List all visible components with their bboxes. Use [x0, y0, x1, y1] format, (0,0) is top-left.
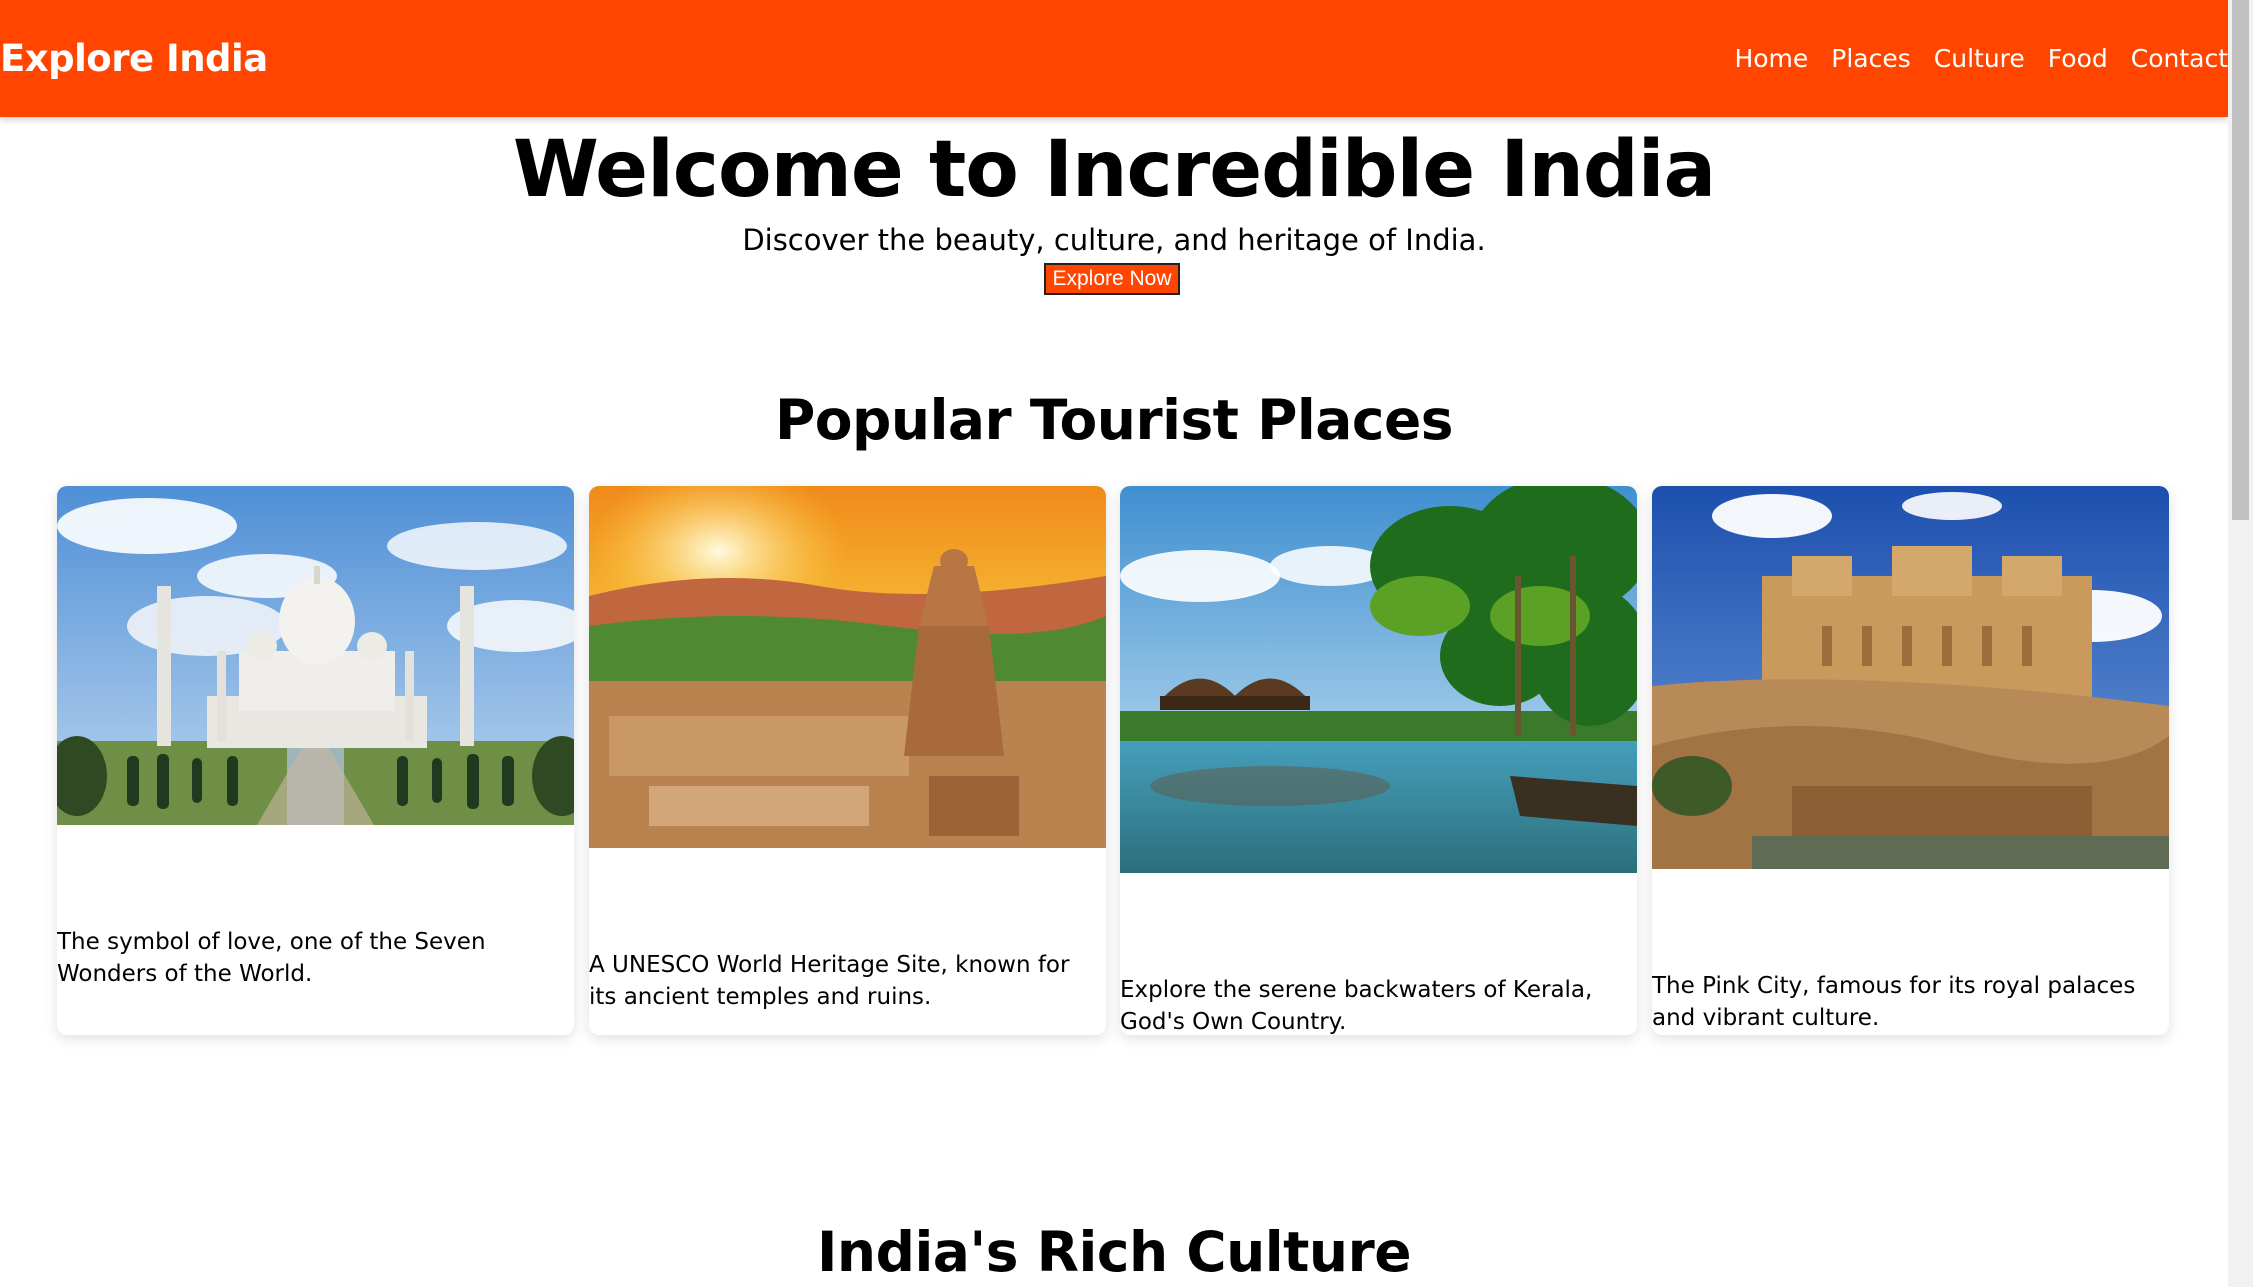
card-description: A UNESCO World Heritage Site, known for … — [589, 952, 1070, 1010]
place-card-hampi[interactable]: A UNESCO World Heritage Site, known for … — [589, 486, 1106, 1035]
hero-title: Welcome to Incredible India — [512, 125, 1716, 215]
places-section-title: Popular Tourist Places — [774, 388, 1454, 452]
culture-section-title: India's Rich Culture — [816, 1220, 1412, 1284]
nav-places-link[interactable]: Places — [1831, 44, 1911, 73]
nav-home-link[interactable]: Home — [1734, 44, 1808, 73]
hampi-temple-photo — [589, 486, 1106, 848]
scrollbar-thumb[interactable] — [2232, 0, 2249, 520]
card-description: The Pink City, famous for its royal pala… — [1652, 973, 2136, 1031]
card-description: The symbol of love, one of the Seven Won… — [57, 929, 486, 987]
place-card-jaipur[interactable]: The Pink City, famous for its royal pala… — [1652, 486, 2169, 1035]
page-scrollbar[interactable] — [2228, 0, 2253, 1287]
kerala-backwaters-photo — [1120, 486, 1637, 873]
main-nav: Home Places Culture Food Contact — [1711, 0, 2228, 117]
jaipur-amber-fort-photo — [1652, 486, 2169, 869]
place-card-kerala[interactable]: Explore the serene backwaters of Kerala,… — [1120, 486, 1637, 1035]
site-logo[interactable]: Explore India — [0, 0, 268, 117]
hero-subtitle: Discover the beauty, culture, and herita… — [742, 223, 1486, 257]
card-description: Explore the serene backwaters of Kerala,… — [1120, 977, 1593, 1035]
taj-mahal-photo — [57, 486, 574, 825]
nav-contact-link[interactable]: Contact — [2131, 44, 2228, 73]
nav-food-link[interactable]: Food — [2048, 44, 2108, 73]
nav-culture-link[interactable]: Culture — [1934, 44, 2025, 73]
place-card-taj-mahal[interactable]: The symbol of love, one of the Seven Won… — [57, 486, 574, 1035]
site-header: Explore India Home Places Culture Food C… — [0, 0, 2228, 117]
explore-now-button[interactable]: Explore Now — [1044, 263, 1180, 295]
